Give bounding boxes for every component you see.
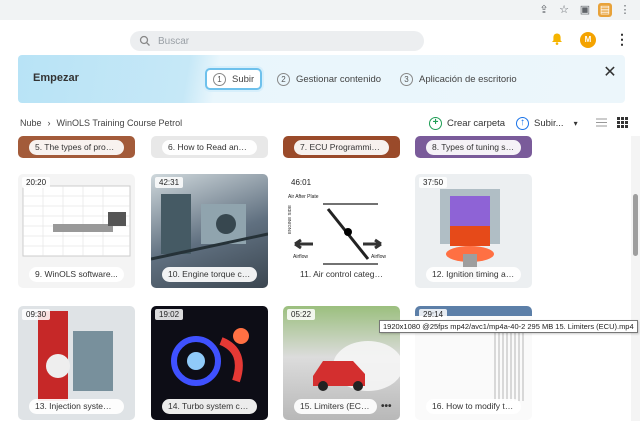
breadcrumb: Nube › WinOLS Training Course Petrol	[20, 118, 182, 128]
breadcrumb-separator: ›	[47, 118, 51, 128]
video-tile[interactable]: 42:31 10. Engine torque cat...	[151, 174, 268, 288]
avatar[interactable]: M	[580, 32, 596, 48]
chevron-down-icon[interactable]: ▾	[574, 119, 578, 128]
search-input[interactable]	[158, 33, 408, 49]
video-title: 13. Injection system a...	[29, 399, 124, 414]
step-manage-content[interactable]: 2 Gestionar contenido	[277, 68, 381, 90]
video-title: 15. Limiters (ECU).mp4	[294, 399, 377, 414]
step-number: 1	[213, 72, 226, 86]
extension-icon[interactable]: ▤	[598, 3, 612, 17]
video-title: 9. WinOLS software...	[29, 267, 124, 282]
duration-badge: 20:20	[22, 177, 51, 188]
create-folder-button[interactable]: + Crear carpeta	[429, 114, 505, 132]
duration-badge: 46:01	[287, 177, 316, 188]
grid-view-icon[interactable]	[617, 117, 628, 128]
duration-badge: 42:31	[155, 177, 184, 188]
video-tile[interactable]: 19:02 14. Turbo system cate...	[151, 306, 268, 420]
video-tile[interactable]: 8. Types of tuning so...	[415, 136, 532, 158]
video-tile[interactable]: 20:20 9. WinOLS software...	[18, 174, 135, 288]
more-options-icon[interactable]: •••	[381, 399, 392, 414]
diagram-label: Airflow	[293, 254, 308, 260]
video-tile[interactable]: 37:50 12. Ignition timing an...	[415, 174, 532, 288]
step-number: 2	[277, 72, 290, 86]
upload-arrow-icon: ↑	[516, 116, 529, 130]
notification-bell-icon[interactable]	[550, 32, 564, 46]
getting-started-banner: Empezar 1 Subir 2 Gestionar contenido 3 …	[18, 55, 625, 103]
step-number: 3	[400, 72, 413, 86]
banner-title: Empezar	[33, 72, 79, 84]
step-desktop-app[interactable]: 3 Aplicación de escritorio	[400, 68, 517, 90]
video-tile[interactable]: 7. ECU Programming ...	[283, 136, 400, 158]
video-title: 6. How to Read and ...	[162, 140, 257, 155]
step-label: Subir	[232, 73, 255, 85]
video-title: 12. Ignition timing an...	[426, 267, 521, 282]
video-title: 7. ECU Programming ...	[294, 140, 389, 155]
browser-toolbar: ⇪ ☆ ▣ ▤ ⋮	[0, 0, 640, 20]
search-box[interactable]	[130, 31, 424, 51]
app-header: M ⋮	[0, 20, 640, 60]
close-banner-icon[interactable]: ✕	[603, 65, 617, 81]
plus-icon: +	[429, 116, 442, 130]
breadcrumb-root[interactable]: Nube	[20, 118, 42, 128]
step-label: Aplicación de escritorio	[419, 73, 517, 85]
vertical-scrollbar[interactable]	[631, 136, 640, 421]
video-title: 5. The types of progra...	[29, 140, 124, 155]
video-tile[interactable]: 6. How to Read and ...	[151, 136, 268, 158]
bookmark-star-icon[interactable]: ☆	[557, 3, 571, 17]
video-tile[interactable]: Air After Plate Airflow Airflow ENGINE S…	[283, 174, 400, 288]
diagram-label: Airflow	[371, 254, 386, 260]
more-options-icon[interactable]: ⋮	[615, 30, 629, 48]
video-title: 10. Engine torque cat...	[162, 267, 257, 282]
video-title: 8. Types of tuning so...	[426, 140, 521, 155]
sidepanel-icon[interactable]: ▣	[578, 3, 592, 17]
video-title: 16. How to modify th...	[426, 399, 521, 414]
share-icon[interactable]: ⇪	[537, 3, 551, 17]
list-view-icon[interactable]	[596, 117, 607, 128]
upload-button[interactable]: ↑ Subir... ▾	[516, 114, 578, 132]
video-title: 11. Air control catego...	[294, 267, 389, 282]
scrollbar-thumb[interactable]	[633, 194, 638, 256]
file-grid: 5. The types of progra... 6. How to Read…	[0, 136, 630, 421]
diagram-label: Air After Plate	[288, 194, 319, 200]
browser-menu-icon[interactable]: ⋮	[618, 3, 632, 17]
step-label: Gestionar contenido	[296, 73, 382, 85]
file-info-tooltip: 1920x1080 @25fps mp42/avc1/mp4a-40-2 295…	[379, 320, 638, 333]
video-title: 14. Turbo system cate...	[162, 399, 257, 414]
duration-badge: 29:14	[419, 309, 448, 320]
duration-badge: 37:50	[419, 177, 448, 188]
upload-label: Subir...	[534, 117, 564, 129]
duration-badge: 19:02	[155, 309, 184, 320]
duration-badge: 09:30	[22, 309, 51, 320]
breadcrumb-current: WinOLS Training Course Petrol	[56, 118, 183, 128]
diagram-label: ENGINE SIDE	[287, 205, 292, 234]
search-icon	[139, 35, 150, 46]
step-upload[interactable]: 1 Subir	[205, 68, 263, 90]
video-tile[interactable]: 09:30 13. Injection system a...	[18, 306, 135, 420]
duration-badge: 05:22	[287, 309, 316, 320]
video-tile[interactable]: 5. The types of progra...	[18, 136, 135, 158]
create-folder-label: Crear carpeta	[447, 117, 506, 129]
